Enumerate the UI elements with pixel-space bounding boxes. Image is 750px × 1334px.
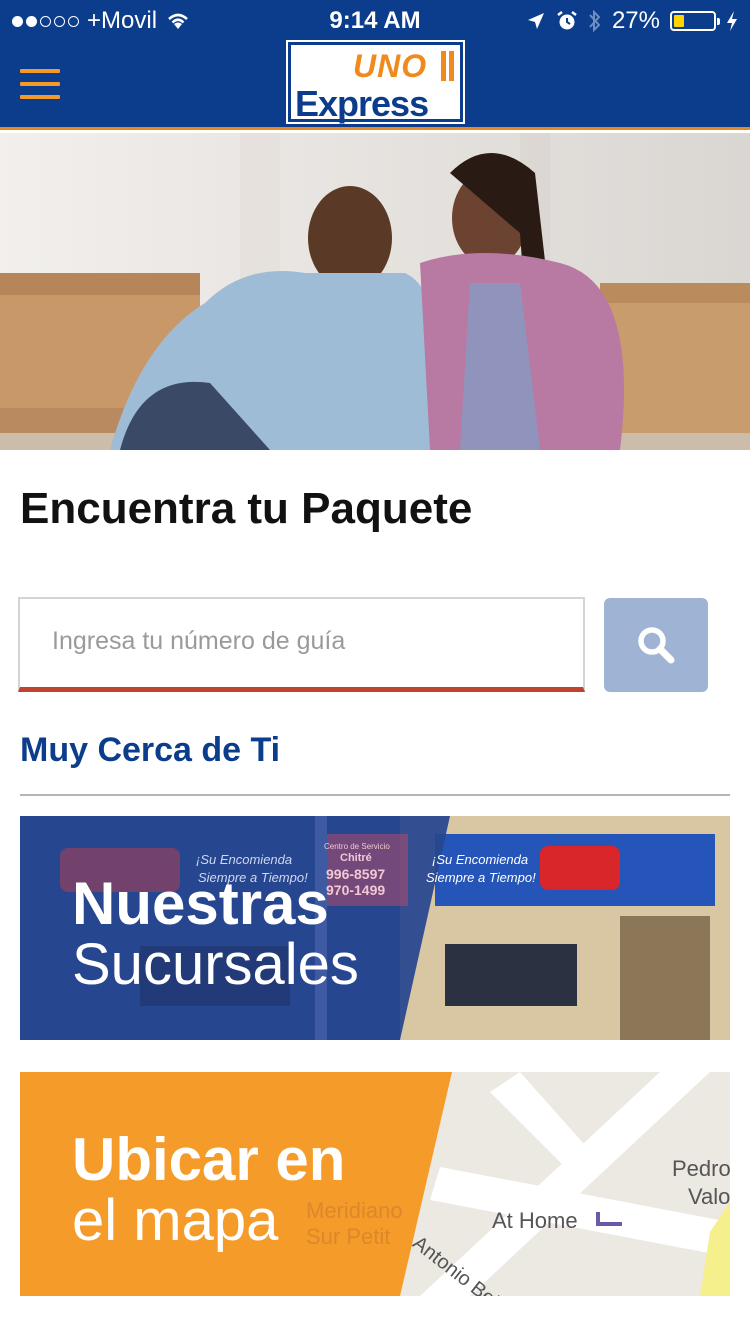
status-bar: +Movil 9:14 AM 27% xyxy=(0,0,750,40)
status-right: 27% xyxy=(526,7,738,35)
uno-express-logo[interactable]: UNO Express xyxy=(286,40,465,124)
branches-banner[interactable]: ¡Su Encomienda Siempre a Tiempo! Centro … xyxy=(20,816,730,1040)
location-arrow-icon xyxy=(527,13,544,29)
charging-bolt-icon xyxy=(727,11,737,31)
hero-photo-illustration xyxy=(0,133,750,450)
sign-slogan-right: ¡Su Encomienda xyxy=(432,852,529,867)
search-icon xyxy=(638,627,675,664)
branches-banner-line1: Nuestras xyxy=(72,870,329,937)
search-button[interactable] xyxy=(604,598,708,692)
sign-center-title: Centro de Servicio xyxy=(324,842,390,851)
sign-slogan-right-2: Siempre a Tiempo! xyxy=(426,870,536,885)
map-label-place-2: Valo xyxy=(688,1184,730,1209)
battery-icon xyxy=(670,11,720,31)
map-banner-line2: el mapa xyxy=(72,1188,279,1253)
sign-slogan-left: ¡Su Encomienda xyxy=(196,852,293,867)
map-label-poi: At Home xyxy=(492,1208,578,1233)
logo-bars xyxy=(441,51,454,81)
bluetooth-icon xyxy=(589,9,601,33)
logo-uno-text: UNO xyxy=(353,48,428,84)
tracking-number-input[interactable] xyxy=(52,621,552,661)
app-screen: +Movil 9:14 AM 27% UNO Express Encuentra… xyxy=(0,0,750,1334)
logo-express-text: Express xyxy=(295,83,429,124)
map-banner[interactable]: Meridiano Sur Petit At Home Pedro Valo A… xyxy=(20,1072,730,1296)
app-header: +Movil 9:14 AM 27% UNO Express xyxy=(0,0,750,130)
map-banner-line1: Ubicar en xyxy=(72,1126,346,1193)
branches-banner-heading: Nuestras Sucursales xyxy=(72,874,359,994)
track-section-title: Encuentra tu Paquete xyxy=(20,484,473,533)
nearby-section-title: Muy Cerca de Ti xyxy=(20,731,281,769)
map-label-place-1: Pedro xyxy=(672,1156,730,1181)
battery-percent: 27% xyxy=(611,7,660,34)
branches-banner-line2: Sucursales xyxy=(72,932,359,997)
alarm-icon xyxy=(557,11,577,30)
tracking-number-field[interactable] xyxy=(18,597,585,692)
map-banner-heading: Ubicar en el mapa xyxy=(72,1130,345,1250)
section-divider xyxy=(20,794,730,796)
hotel-icon xyxy=(596,1212,622,1226)
hamburger-menu-icon[interactable] xyxy=(20,68,60,100)
hero-image xyxy=(0,133,750,450)
sign-center-city: Chitré xyxy=(340,852,372,864)
